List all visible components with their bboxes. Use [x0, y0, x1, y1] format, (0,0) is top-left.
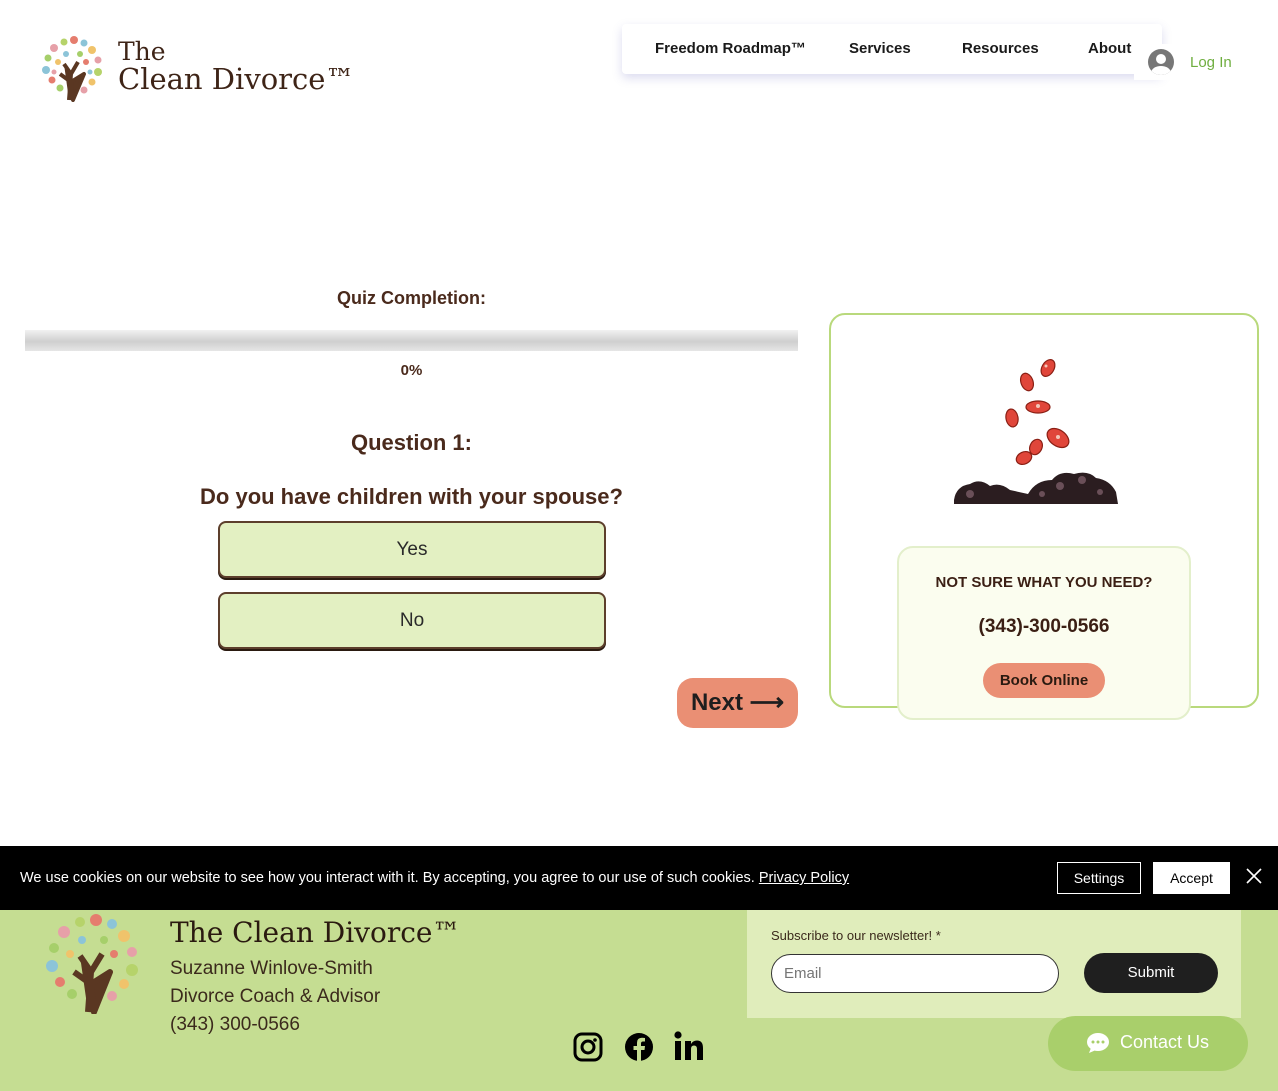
question-text: Do you have children with your spouse? — [200, 484, 623, 509]
newsletter-label: Subscribe to our newsletter! * — [771, 928, 941, 943]
main-nav: Freedom Roadmap™ Services Resources Abou… — [622, 24, 1162, 74]
help-panel: NOT SURE WHAT YOU NEED? (343)-300-0566 B… — [897, 546, 1191, 720]
close-icon[interactable] — [1244, 866, 1264, 886]
newsletter-submit-button[interactable]: Submit — [1084, 953, 1218, 993]
cookie-message: We use cookies on our website to see how… — [20, 870, 849, 886]
login-button[interactable]: Log In — [1134, 44, 1244, 80]
help-title: NOT SURE WHAT YOU NEED? — [935, 574, 1153, 591]
nav-resources[interactable]: Resources — [962, 24, 1039, 74]
avatar-icon — [1148, 49, 1174, 75]
facebook-icon[interactable] — [624, 1029, 654, 1065]
chat-icon — [1087, 1033, 1109, 1053]
footer-logo-tree-icon — [46, 914, 138, 1014]
quiz-completion-label: Quiz Completion: — [337, 288, 486, 308]
instagram-icon[interactable] — [573, 1029, 603, 1065]
question-number: Question 1: — [350, 430, 472, 455]
answer-no-button[interactable]: No — [218, 592, 606, 649]
nav-freedom-roadmap[interactable]: Freedom Roadmap™ — [655, 24, 806, 74]
cookie-accept-button[interactable]: Accept — [1153, 862, 1230, 894]
answer-yes-button[interactable]: Yes — [218, 521, 606, 578]
nav-about[interactable]: About — [1088, 24, 1131, 74]
login-label: Log In — [1190, 53, 1232, 71]
quiz-progress-bar — [25, 330, 798, 351]
cookie-settings-button[interactable]: Settings — [1057, 862, 1141, 894]
quiz-progress-percent: 0% — [400, 362, 423, 379]
contact-us-button[interactable]: Contact Us — [1048, 1016, 1248, 1071]
next-button[interactable]: Next ⟶ — [677, 678, 798, 728]
linkedin-icon[interactable] — [674, 1029, 704, 1065]
book-online-button[interactable]: Book Online — [983, 663, 1105, 698]
newsletter-form: Subscribe to our newsletter! * Submit — [747, 910, 1241, 1018]
footer-brand: The Clean Divorce™ — [170, 916, 461, 949]
seeds-illustration-icon — [954, 359, 1118, 504]
contact-us-label: Contact Us — [1120, 1032, 1210, 1052]
cookie-banner: We use cookies on our website to see how… — [0, 846, 1278, 910]
footer-phone[interactable]: (343) 300-0566 — [170, 1014, 300, 1036]
logo-tree-icon[interactable] — [40, 34, 104, 102]
nav-services[interactable]: Services — [849, 24, 911, 74]
footer-role: Divorce Coach & Advisor — [170, 986, 381, 1007]
footer-owner-name: Suzanne Winlove-Smith — [170, 958, 373, 979]
help-phone[interactable]: (343)-300-0566 — [899, 616, 1189, 638]
privacy-policy-link[interactable]: Privacy Policy — [759, 870, 849, 886]
cookie-text: We use cookies on our website to see how… — [20, 870, 755, 886]
brand-name[interactable]: Clean Divorce™ — [118, 62, 354, 96]
newsletter-email-input[interactable] — [771, 954, 1059, 993]
